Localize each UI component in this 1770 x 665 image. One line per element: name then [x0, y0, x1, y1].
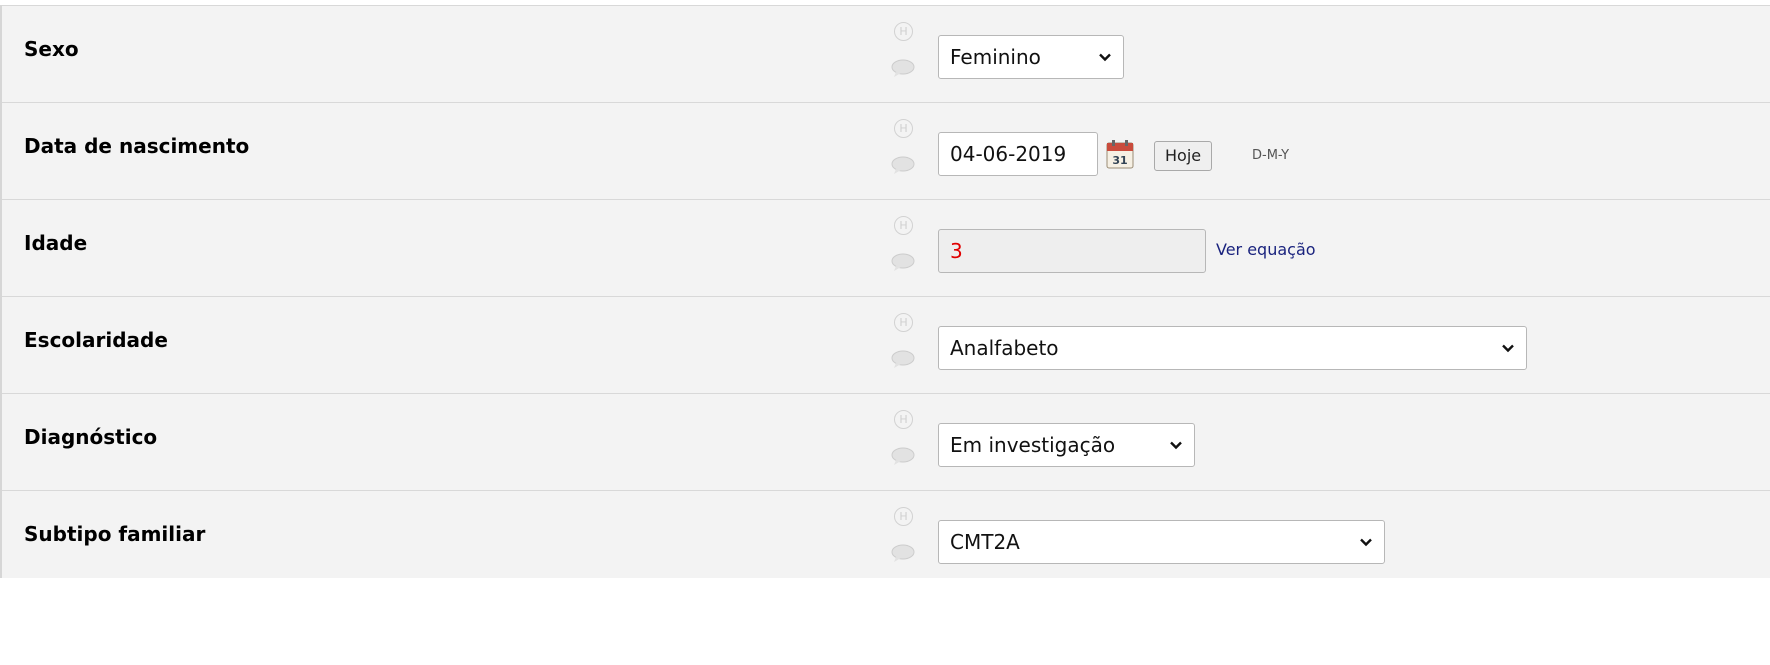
calendar-day-text: 31 — [1112, 154, 1127, 167]
history-icon[interactable]: H — [894, 22, 913, 41]
calendar-icon[interactable]: 31 — [1106, 139, 1134, 169]
row-idade: Idade H 3 Ver equação — [2, 199, 1770, 296]
chevron-down-icon — [1170, 441, 1182, 450]
row-data-nascimento: Data de nascimento H 04-06-2019 31 Hoje … — [2, 102, 1770, 199]
field-aux-icons: H — [890, 410, 916, 472]
comment-icon[interactable] — [891, 156, 915, 174]
field-label: Idade — [24, 231, 88, 255]
birthdate-input[interactable]: 04-06-2019 — [938, 132, 1098, 176]
comment-icon[interactable] — [891, 447, 915, 465]
input-value: 04-06-2019 — [950, 142, 1067, 166]
field-label: Data de nascimento — [24, 134, 250, 158]
field-label: Escolaridade — [24, 328, 168, 352]
select-value: Feminino — [950, 45, 1041, 69]
age-calculated-field: 3 — [938, 229, 1206, 273]
comment-icon[interactable] — [891, 253, 915, 271]
comment-icon[interactable] — [891, 350, 915, 368]
date-format-hint: D-M-Y — [1252, 148, 1290, 163]
today-button[interactable]: Hoje — [1154, 141, 1213, 171]
row-escolaridade: Escolaridade H Analfabeto — [2, 296, 1770, 393]
comment-icon[interactable] — [891, 544, 915, 562]
escolaridade-select[interactable]: Analfabeto — [938, 326, 1527, 370]
chevron-down-icon — [1099, 53, 1111, 62]
select-value: Analfabeto — [950, 336, 1059, 360]
chevron-down-icon — [1360, 538, 1372, 547]
subtipo-familiar-select[interactable]: CMT2A — [938, 520, 1385, 564]
view-equation-link[interactable]: Ver equação — [1216, 240, 1316, 259]
sexo-select[interactable]: Feminino — [938, 35, 1124, 79]
history-icon[interactable]: H — [894, 313, 913, 332]
history-icon[interactable]: H — [894, 216, 913, 235]
field-aux-icons: H — [890, 313, 916, 375]
data-entry-form: Sexo H Feminino Data de nascimento H 04-… — [0, 5, 1770, 578]
comment-icon[interactable] — [891, 59, 915, 77]
chevron-down-icon — [1502, 344, 1514, 353]
field-aux-icons: H — [890, 119, 916, 181]
row-sexo: Sexo H Feminino — [2, 5, 1770, 102]
select-value: Em investigação — [950, 433, 1116, 457]
history-icon[interactable]: H — [894, 507, 913, 526]
row-subtipo-familiar: Subtipo familiar H CMT2A — [2, 490, 1770, 578]
diagnostico-select[interactable]: Em investigação — [938, 423, 1195, 467]
select-value: CMT2A — [950, 530, 1020, 554]
field-aux-icons: H — [890, 507, 916, 569]
row-diagnostico: Diagnóstico H Em investigação — [2, 393, 1770, 490]
history-icon[interactable]: H — [894, 410, 913, 429]
history-icon[interactable]: H — [894, 119, 913, 138]
field-aux-icons: H — [890, 216, 916, 278]
field-aux-icons: H — [890, 22, 916, 84]
field-label: Subtipo familiar — [24, 522, 206, 546]
field-label: Diagnóstico — [24, 425, 158, 449]
field-label: Sexo — [24, 37, 79, 61]
calculated-value: 3 — [950, 239, 963, 263]
